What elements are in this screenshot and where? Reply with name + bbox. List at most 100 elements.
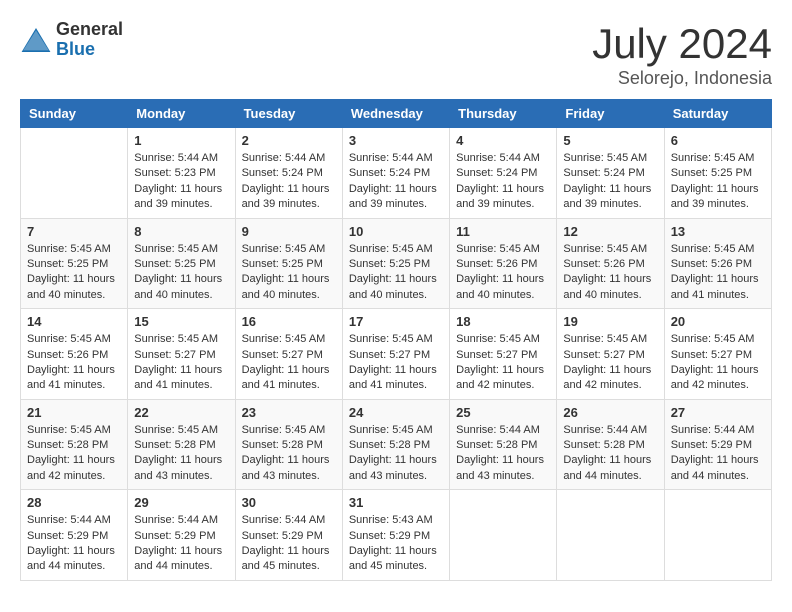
column-header-friday: Friday xyxy=(557,100,664,128)
column-header-saturday: Saturday xyxy=(664,100,771,128)
day-number: 27 xyxy=(671,405,765,420)
calendar-week-row: 14 Sunrise: 5:45 AM Sunset: 5:26 PM Dayli… xyxy=(21,309,772,400)
day-number: 31 xyxy=(349,495,443,510)
calendar-cell: 4 Sunrise: 5:44 AM Sunset: 5:24 PM Daylig… xyxy=(450,128,557,219)
day-info: Sunrise: 5:45 AM Sunset: 5:28 PM Dayligh… xyxy=(134,423,228,485)
calendar-cell xyxy=(557,490,664,581)
day-info: Sunrise: 5:45 AM Sunset: 5:28 PM Dayligh… xyxy=(27,423,121,485)
calendar-table: SundayMondayTuesdayWednesdayThursdayFrid… xyxy=(20,99,772,581)
calendar-cell: 18 Sunrise: 5:45 AM Sunset: 5:27 PM Dayli… xyxy=(450,309,557,400)
calendar-cell: 8 Sunrise: 5:45 AM Sunset: 5:25 PM Daylig… xyxy=(128,218,235,309)
day-number: 21 xyxy=(27,405,121,420)
calendar-cell: 31Sunrise: 5:43 AM Sunset: 5:29 PM Dayli… xyxy=(342,490,449,581)
day-number: 1 xyxy=(134,133,228,148)
day-number: 30 xyxy=(242,495,336,510)
day-number: 22 xyxy=(134,405,228,420)
day-number: 9 xyxy=(242,224,336,239)
calendar-cell: 26 Sunrise: 5:44 AM Sunset: 5:28 PM Dayli… xyxy=(557,399,664,490)
day-info: Sunrise: 5:45 AM Sunset: 5:25 PM Dayligh… xyxy=(671,151,765,213)
calendar-week-row: 21 Sunrise: 5:45 AM Sunset: 5:28 PM Dayli… xyxy=(21,399,772,490)
day-number: 2 xyxy=(242,133,336,148)
day-info: Sunrise: 5:45 AM Sunset: 5:26 PM Dayligh… xyxy=(671,242,765,304)
day-number: 3 xyxy=(349,133,443,148)
month-title: July 2024 xyxy=(592,20,772,68)
day-info: Sunrise: 5:45 AM Sunset: 5:26 PM Dayligh… xyxy=(563,242,657,304)
calendar-cell: 6 Sunrise: 5:45 AM Sunset: 5:25 PM Daylig… xyxy=(664,128,771,219)
day-info: Sunrise: 5:44 AM Sunset: 5:29 PM Dayligh… xyxy=(671,423,765,485)
day-info: Sunrise: 5:45 AM Sunset: 5:27 PM Dayligh… xyxy=(456,332,550,394)
calendar-cell: 15 Sunrise: 5:45 AM Sunset: 5:27 PM Dayli… xyxy=(128,309,235,400)
day-info: Sunrise: 5:44 AM Sunset: 5:29 PM Dayligh… xyxy=(134,513,228,575)
day-number: 4 xyxy=(456,133,550,148)
day-info: Sunrise: 5:45 AM Sunset: 5:28 PM Dayligh… xyxy=(242,423,336,485)
day-info: Sunrise: 5:45 AM Sunset: 5:25 PM Dayligh… xyxy=(134,242,228,304)
day-info: Sunrise: 5:45 AM Sunset: 5:24 PM Dayligh… xyxy=(563,151,657,213)
day-number: 13 xyxy=(671,224,765,239)
day-number: 29 xyxy=(134,495,228,510)
day-number: 6 xyxy=(671,133,765,148)
day-number: 11 xyxy=(456,224,550,239)
calendar-cell: 30Sunrise: 5:44 AM Sunset: 5:29 PM Dayli… xyxy=(235,490,342,581)
calendar-cell: 17 Sunrise: 5:45 AM Sunset: 5:27 PM Dayli… xyxy=(342,309,449,400)
day-info: Sunrise: 5:45 AM Sunset: 5:27 PM Dayligh… xyxy=(134,332,228,394)
day-info: Sunrise: 5:44 AM Sunset: 5:28 PM Dayligh… xyxy=(563,423,657,485)
day-info: Sunrise: 5:45 AM Sunset: 5:26 PM Dayligh… xyxy=(27,332,121,394)
logo-icon xyxy=(20,24,52,56)
day-number: 14 xyxy=(27,314,121,329)
column-header-wednesday: Wednesday xyxy=(342,100,449,128)
day-info: Sunrise: 5:44 AM Sunset: 5:23 PM Dayligh… xyxy=(134,151,228,213)
page-header: General Blue July 2024 Selorejo, Indones… xyxy=(20,20,772,89)
calendar-cell: 19Sunrise: 5:45 AM Sunset: 5:27 PM Dayli… xyxy=(557,309,664,400)
day-info: Sunrise: 5:45 AM Sunset: 5:27 PM Dayligh… xyxy=(242,332,336,394)
day-info: Sunrise: 5:44 AM Sunset: 5:24 PM Dayligh… xyxy=(456,151,550,213)
calendar-cell: 27 Sunrise: 5:44 AM Sunset: 5:29 PM Dayli… xyxy=(664,399,771,490)
day-number: 28 xyxy=(27,495,121,510)
day-info: Sunrise: 5:45 AM Sunset: 5:28 PM Dayligh… xyxy=(349,423,443,485)
calendar-cell: 24 Sunrise: 5:45 AM Sunset: 5:28 PM Dayli… xyxy=(342,399,449,490)
day-info: Sunrise: 5:45 AM Sunset: 5:27 PM Dayligh… xyxy=(349,332,443,394)
calendar-cell: 2 Sunrise: 5:44 AM Sunset: 5:24 PM Daylig… xyxy=(235,128,342,219)
day-info: Sunrise: 5:45 AM Sunset: 5:25 PM Dayligh… xyxy=(27,242,121,304)
day-number: 25 xyxy=(456,405,550,420)
calendar-week-row: 28 Sunrise: 5:44 AM Sunset: 5:29 PM Dayli… xyxy=(21,490,772,581)
column-header-sunday: Sunday xyxy=(21,100,128,128)
day-info: Sunrise: 5:45 AM Sunset: 5:27 PM Dayligh… xyxy=(563,332,657,394)
calendar-cell: 14 Sunrise: 5:45 AM Sunset: 5:26 PM Dayli… xyxy=(21,309,128,400)
day-number: 26 xyxy=(563,405,657,420)
logo-text: General Blue xyxy=(56,20,123,60)
calendar-cell xyxy=(450,490,557,581)
calendar-cell: 28Sunrise: 5:44 AM Sunset: 5:29 PM Dayli… xyxy=(21,490,128,581)
day-info: Sunrise: 5:45 AM Sunset: 5:26 PM Dayligh… xyxy=(456,242,550,304)
logo-general: General xyxy=(56,20,123,40)
calendar-cell: 21 Sunrise: 5:45 AM Sunset: 5:28 PM Dayli… xyxy=(21,399,128,490)
calendar-cell: 16Sunrise: 5:45 AM Sunset: 5:27 PM Dayli… xyxy=(235,309,342,400)
day-number: 18 xyxy=(456,314,550,329)
calendar-cell: 1 Sunrise: 5:44 AM Sunset: 5:23 PM Daylig… xyxy=(128,128,235,219)
calendar-header-row: SundayMondayTuesdayWednesdayThursdayFrid… xyxy=(21,100,772,128)
column-header-tuesday: Tuesday xyxy=(235,100,342,128)
day-info: Sunrise: 5:45 AM Sunset: 5:25 PM Dayligh… xyxy=(242,242,336,304)
calendar-cell xyxy=(664,490,771,581)
title-block: July 2024 Selorejo, Indonesia xyxy=(592,20,772,89)
day-number: 17 xyxy=(349,314,443,329)
day-number: 7 xyxy=(27,224,121,239)
day-number: 23 xyxy=(242,405,336,420)
calendar-cell xyxy=(21,128,128,219)
calendar-cell: 3 Sunrise: 5:44 AM Sunset: 5:24 PM Daylig… xyxy=(342,128,449,219)
calendar-cell: 22 Sunrise: 5:45 AM Sunset: 5:28 PM Dayli… xyxy=(128,399,235,490)
calendar-cell: 7 Sunrise: 5:45 AM Sunset: 5:25 PM Daylig… xyxy=(21,218,128,309)
calendar-week-row: 1 Sunrise: 5:44 AM Sunset: 5:23 PM Daylig… xyxy=(21,128,772,219)
calendar-cell: 25Sunrise: 5:44 AM Sunset: 5:28 PM Dayli… xyxy=(450,399,557,490)
day-number: 24 xyxy=(349,405,443,420)
day-number: 5 xyxy=(563,133,657,148)
calendar-cell: 12 Sunrise: 5:45 AM Sunset: 5:26 PM Dayli… xyxy=(557,218,664,309)
calendar-cell: 9 Sunrise: 5:45 AM Sunset: 5:25 PM Daylig… xyxy=(235,218,342,309)
location: Selorejo, Indonesia xyxy=(592,68,772,89)
day-number: 12 xyxy=(563,224,657,239)
day-number: 15 xyxy=(134,314,228,329)
calendar-week-row: 7 Sunrise: 5:45 AM Sunset: 5:25 PM Daylig… xyxy=(21,218,772,309)
day-info: Sunrise: 5:44 AM Sunset: 5:24 PM Dayligh… xyxy=(242,151,336,213)
day-number: 8 xyxy=(134,224,228,239)
calendar-cell: 10Sunrise: 5:45 AM Sunset: 5:25 PM Dayli… xyxy=(342,218,449,309)
day-info: Sunrise: 5:44 AM Sunset: 5:24 PM Dayligh… xyxy=(349,151,443,213)
